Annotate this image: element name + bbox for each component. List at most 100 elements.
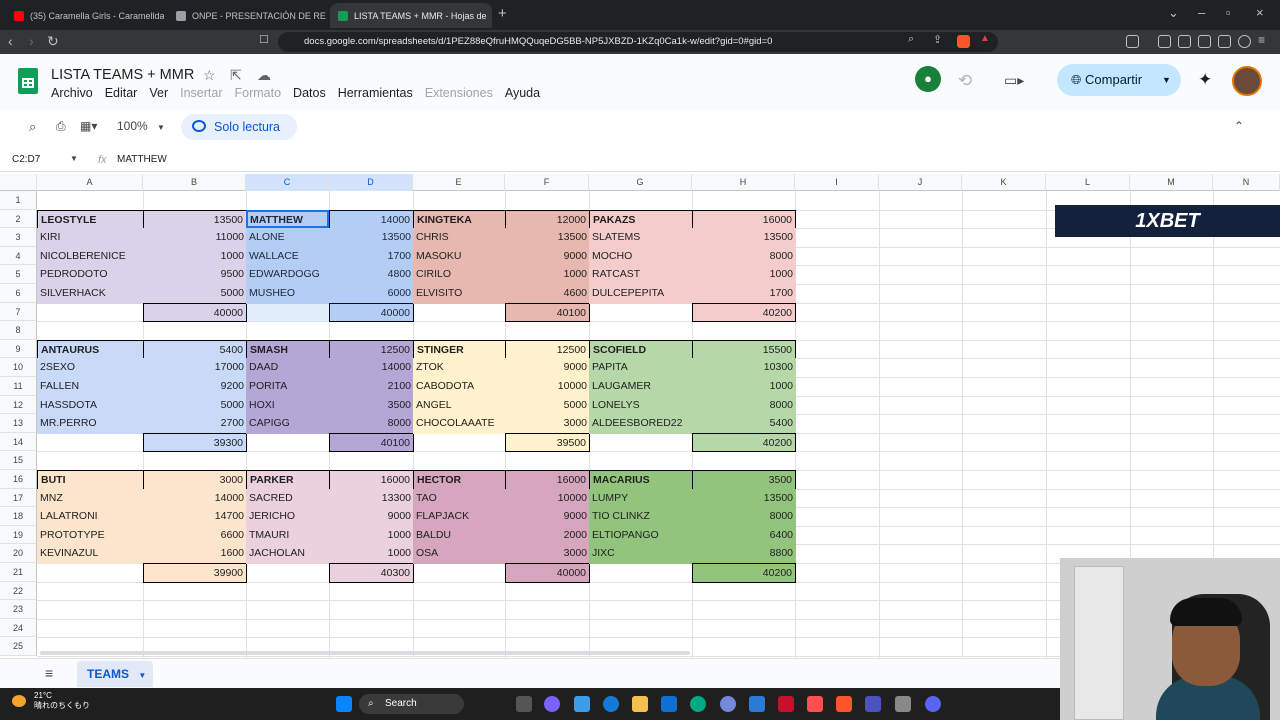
team-mmr-cell[interactable]: 5400 <box>143 339 247 360</box>
collaborator-icon[interactable]: ● <box>915 66 941 92</box>
player-name-cell[interactable]: PROTOTYPE <box>37 525 144 546</box>
player-name-cell[interactable]: MNZ <box>37 488 144 509</box>
row-header-11[interactable]: 11 <box>0 377 37 396</box>
player-name-cell[interactable]: OSA <box>413 544 506 564</box>
document-title[interactable]: LISTA TEAMS + MMR <box>51 67 194 83</box>
discord-icon[interactable] <box>720 696 736 712</box>
player-name-cell[interactable]: NICOLBERENICE <box>37 246 144 267</box>
sidebar-icon[interactable] <box>1178 35 1191 48</box>
menu-ver[interactable]: Ver <box>149 86 168 100</box>
player-mmr-cell[interactable]: 14700 <box>143 507 247 527</box>
team-mmr-cell[interactable]: 16000 <box>329 470 414 490</box>
player-mmr-cell[interactable]: 6000 <box>329 284 414 304</box>
row-header-25[interactable]: 25 <box>0 637 37 656</box>
player-mmr-cell[interactable]: 3000 <box>505 414 590 434</box>
menu-archivo[interactable]: Archivo <box>51 86 93 100</box>
player-name-cell[interactable]: FALLEN <box>37 377 144 397</box>
player-name-cell[interactable]: ALDEESBORED22 <box>589 414 693 434</box>
player-mmr-cell[interactable]: 9000 <box>505 358 590 378</box>
player-name-cell[interactable]: CIRILO <box>413 265 506 285</box>
player-mmr-cell[interactable]: 5000 <box>505 395 590 416</box>
row-header-24[interactable]: 24 <box>0 618 37 638</box>
team-captain-cell[interactable]: PAKAZS <box>589 209 693 230</box>
team-mmr-cell[interactable]: 16000 <box>692 209 796 230</box>
column-header-c[interactable]: C <box>246 174 329 191</box>
team-captain-cell[interactable]: MATTHEW <box>246 209 330 230</box>
row-header-16[interactable]: 16 <box>0 470 37 489</box>
row-header-10[interactable]: 10 <box>0 358 37 377</box>
team-captain-cell[interactable]: HECTOR <box>413 470 506 490</box>
name-box-dropdown-icon[interactable]: ▼ <box>70 154 78 163</box>
player-mmr-cell[interactable]: 9500 <box>143 265 247 285</box>
row-header-7[interactable]: 7 <box>0 302 37 322</box>
readonly-button[interactable]: Solo lectura <box>181 114 297 140</box>
player-mmr-cell[interactable]: 13500 <box>692 228 796 248</box>
column-header-e[interactable]: E <box>413 174 505 191</box>
player-mmr-cell[interactable]: 10000 <box>505 377 590 397</box>
close-tab-icon[interactable]: × <box>486 10 492 22</box>
share-dropdown-icon[interactable]: ▼ <box>1162 64 1171 96</box>
team-captain-cell[interactable]: STINGER <box>413 339 506 360</box>
player-name-cell[interactable]: CHRIS <box>413 228 506 248</box>
player-mmr-cell[interactable]: 8000 <box>692 246 796 267</box>
row-header-18[interactable]: 18 <box>0 507 37 526</box>
print-layout-icon[interactable]: ▦▾ <box>80 119 97 133</box>
player-name-cell[interactable]: LUMPY <box>589 488 693 509</box>
menu-ayuda[interactable]: Ayuda <box>505 86 540 100</box>
team-total-cell[interactable]: 39300 <box>143 432 247 453</box>
column-header-l[interactable]: L <box>1046 174 1130 191</box>
menu-formato[interactable]: Formato <box>235 86 282 100</box>
player-name-cell[interactable]: PAPITA <box>589 358 693 378</box>
shield-icon[interactable] <box>1238 35 1251 48</box>
column-header-d[interactable]: D <box>329 174 413 191</box>
player-mmr-cell[interactable]: 9000 <box>505 507 590 527</box>
player-name-cell[interactable]: JIXC <box>589 544 693 564</box>
chevron-down-icon[interactable]: ▼ <box>138 671 146 680</box>
whatsapp-icon[interactable] <box>690 696 706 712</box>
row-header-15[interactable]: 15 <box>0 451 37 470</box>
url-field[interactable]: docs.google.com/spreadsheets/d/1PEZ88eQf… <box>278 32 998 52</box>
player-mmr-cell[interactable]: 5000 <box>143 395 247 416</box>
browser-tab-onpe[interactable]: ONPE - PRESENTACIÓN DE RESULTAD× <box>168 3 326 28</box>
history-icon[interactable]: ⟲ <box>958 71 972 91</box>
player-name-cell[interactable]: WALLACE <box>246 246 330 267</box>
row-header-5[interactable]: 5 <box>0 265 37 284</box>
horizontal-scrollbar[interactable] <box>40 651 690 655</box>
player-name-cell[interactable]: DAAD <box>246 358 330 378</box>
obs-icon[interactable] <box>807 696 823 712</box>
player-name-cell[interactable]: JERICHO <box>246 507 330 527</box>
player-name-cell[interactable]: BALDU <box>413 525 506 546</box>
player-name-cell[interactable]: PEDRODOTO <box>37 265 144 285</box>
player-name-cell[interactable]: MUSHEO <box>246 284 330 304</box>
column-header-j[interactable]: J <box>879 174 962 191</box>
menu-insertar[interactable]: Insertar <box>180 86 222 100</box>
row-header-3[interactable]: 3 <box>0 228 37 247</box>
player-mmr-cell[interactable]: 13300 <box>329 488 414 509</box>
bookmark-icon[interactable]: ☐ <box>259 33 269 46</box>
brave-icon[interactable] <box>836 696 852 712</box>
row-header-1[interactable]: 1 <box>0 191 37 210</box>
share-page-icon[interactable]: ⇪ <box>933 33 942 46</box>
minimize-icon[interactable]: – <box>1198 5 1205 20</box>
row-header-20[interactable]: 20 <box>0 544 37 563</box>
column-header-f[interactable]: F <box>505 174 589 191</box>
player-name-cell[interactable]: CABODOTA <box>413 377 506 397</box>
settings-icon[interactable] <box>895 696 911 712</box>
player-mmr-cell[interactable]: 1000 <box>329 544 414 564</box>
player-mmr-cell[interactable]: 9000 <box>329 507 414 527</box>
player-mmr-cell[interactable]: 1700 <box>692 284 796 304</box>
team-total-cell[interactable]: 39500 <box>505 432 590 453</box>
player-mmr-cell[interactable]: 1000 <box>692 265 796 285</box>
player-mmr-cell[interactable]: 11000 <box>143 228 247 248</box>
player-mmr-cell[interactable]: 6400 <box>692 525 796 546</box>
player-mmr-cell[interactable]: 13500 <box>692 488 796 509</box>
player-mmr-cell[interactable]: 8800 <box>692 544 796 564</box>
row-header-12[interactable]: 12 <box>0 395 37 415</box>
row-header-22[interactable]: 22 <box>0 581 37 601</box>
menu-icon[interactable]: ≡ <box>1258 33 1265 47</box>
team-captain-cell[interactable]: MACARIUS <box>589 470 693 490</box>
player-mmr-cell[interactable]: 13500 <box>505 228 590 248</box>
music-icon[interactable] <box>1158 35 1171 48</box>
brave-shield-icon[interactable] <box>957 35 970 48</box>
player-name-cell[interactable]: SILVERHACK <box>37 284 144 304</box>
